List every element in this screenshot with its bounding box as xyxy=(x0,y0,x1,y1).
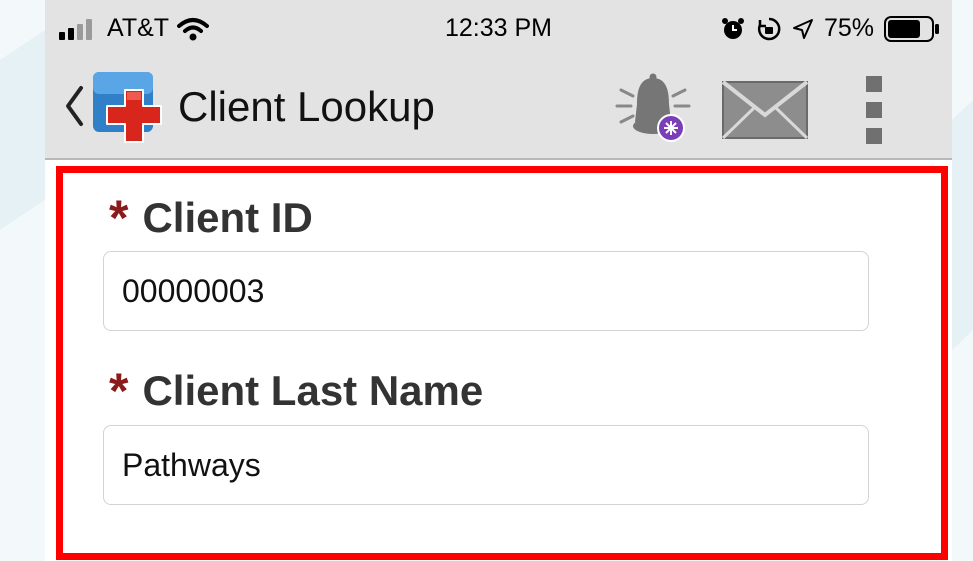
client-last-name-label-text: Client Last Name xyxy=(142,367,484,414)
location-icon xyxy=(792,18,813,39)
nav-bar: Client Lookup xyxy=(45,62,952,160)
app-logo-icon[interactable] xyxy=(91,70,167,146)
battery-percent: 75% xyxy=(823,14,874,42)
status-bar: AT&T 12:33 PM 75% xyxy=(45,0,952,62)
client-last-name-label: * Client Last Name xyxy=(109,366,483,416)
orientation-lock-icon xyxy=(757,17,781,40)
client-id-input[interactable] xyxy=(103,251,869,331)
more-vertical-icon[interactable] xyxy=(860,74,888,146)
client-last-name-input[interactable] xyxy=(103,425,869,505)
client-id-label-text: Client ID xyxy=(142,194,313,241)
phone-screen: AT&T 12:33 PM 75% Client Lookup * Client… xyxy=(45,0,952,561)
mail-icon[interactable] xyxy=(720,79,810,141)
client-id-label: * Client ID xyxy=(109,193,313,243)
alarm-icon xyxy=(721,17,744,39)
status-right: 75% xyxy=(720,14,940,43)
back-chevron-icon[interactable] xyxy=(63,84,85,128)
required-star-icon: * xyxy=(109,363,129,419)
nav-title: Client Lookup xyxy=(178,83,435,130)
notification-bell-icon[interactable] xyxy=(613,72,693,146)
client-lookup-form: * Client ID * Client Last Name xyxy=(56,166,948,560)
battery-icon xyxy=(884,15,939,42)
required-star-icon: * xyxy=(109,190,129,246)
